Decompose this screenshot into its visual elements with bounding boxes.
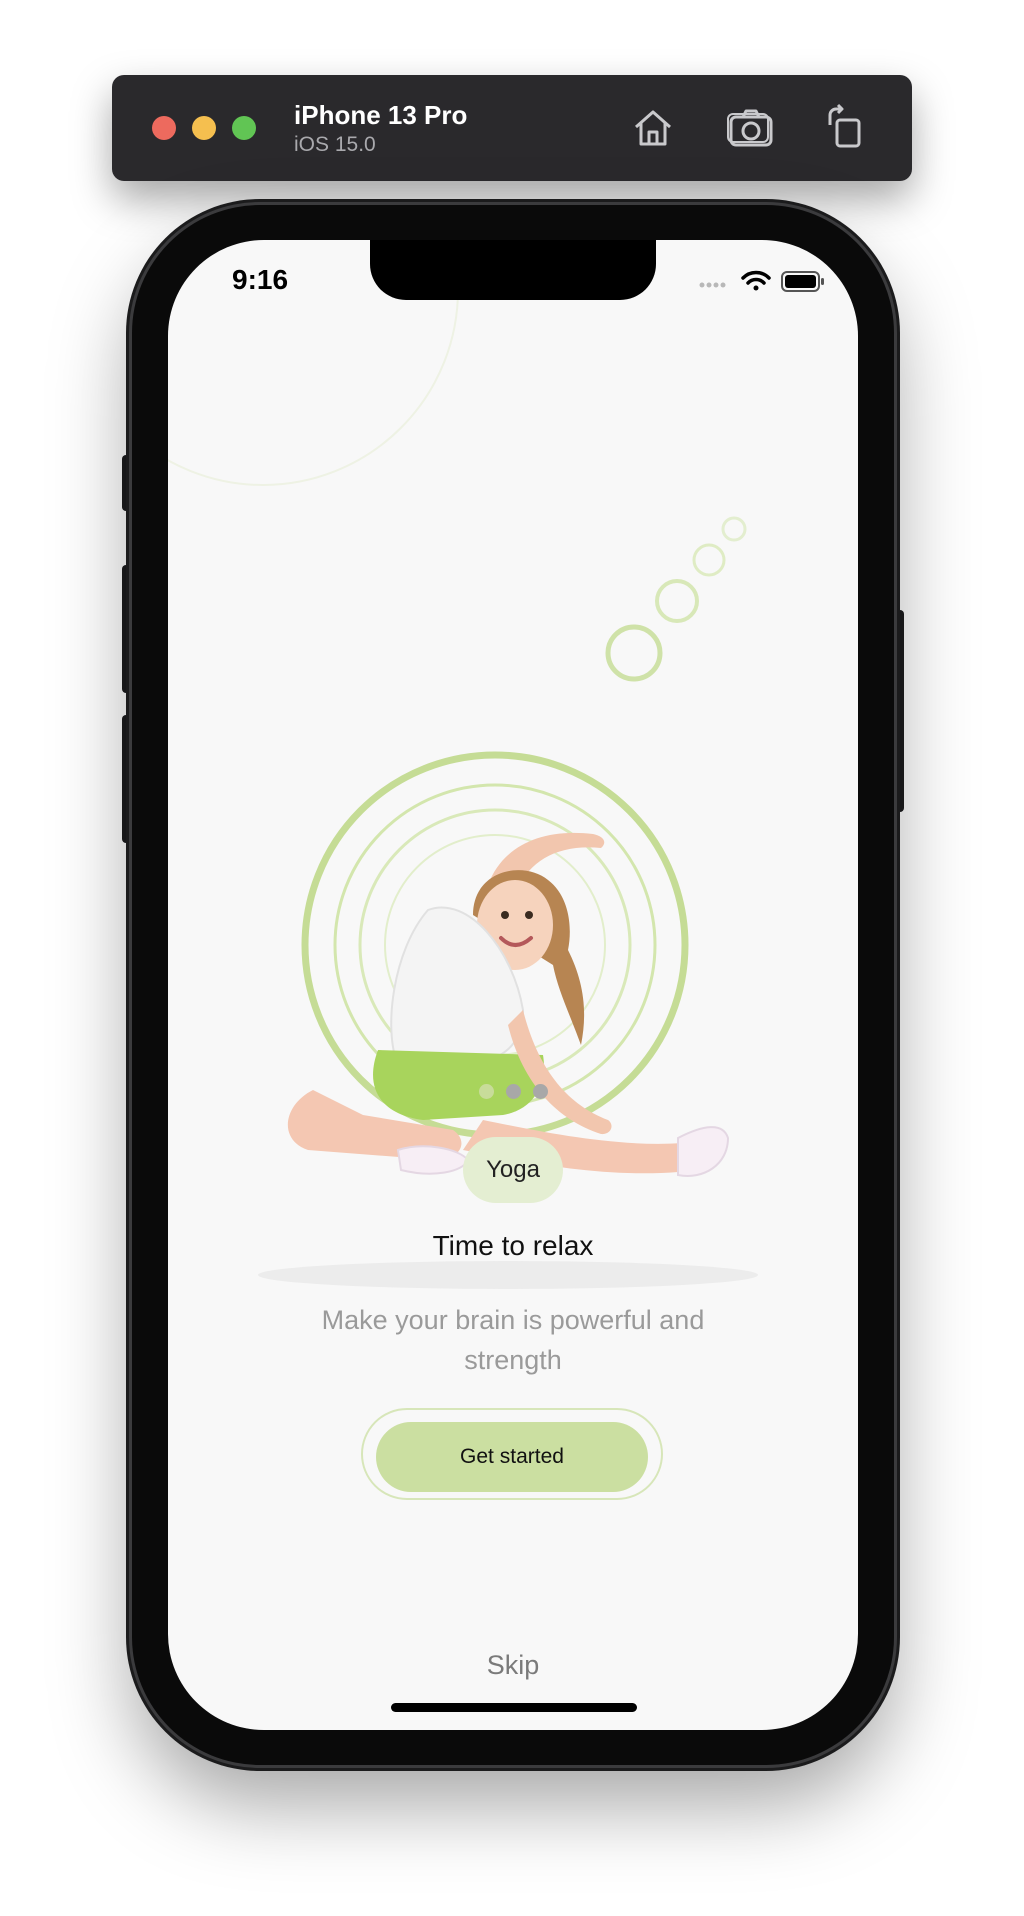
status-time: 9:16 <box>232 264 289 295</box>
silent-switch <box>122 455 132 511</box>
screenshot-icon[interactable] <box>726 103 776 153</box>
status-icons <box>698 268 838 294</box>
subtitle: Make your brain is powerful and strength <box>321 1305 705 1375</box>
device-name: iPhone 13 Pro <box>294 100 468 130</box>
signal-icon <box>699 282 726 288</box>
volume-down-button <box>122 715 132 843</box>
volume-up-button <box>122 565 132 693</box>
get-started-button[interactable]: Get started <box>376 1422 648 1492</box>
power-button <box>894 610 904 812</box>
page-dot-2[interactable] <box>505 1084 521 1099</box>
headline: Time to relax <box>432 1230 594 1261</box>
zoom-window-button[interactable] <box>232 116 256 140</box>
minimize-window-button[interactable] <box>192 116 216 140</box>
rotate-icon[interactable] <box>820 103 870 153</box>
wifi-icon <box>741 270 771 291</box>
notch <box>370 240 656 300</box>
os-version: iOS 15.0 <box>294 133 376 156</box>
phone-screen: 9:16 Yoga Time to relax Make your brain … <box>168 240 858 1730</box>
home-icon[interactable] <box>628 103 678 153</box>
category-chip: Yoga <box>463 1137 563 1203</box>
close-window-button[interactable] <box>152 116 176 140</box>
skip-link[interactable]: Skip <box>168 1650 858 1681</box>
page-indicator <box>168 1084 858 1103</box>
page-dot-3[interactable] <box>532 1084 548 1099</box>
page-dot-1[interactable] <box>478 1084 494 1099</box>
yoga-illustration <box>223 710 793 1310</box>
simulator-toolbar: iPhone 13 Pro iOS 15.0 <box>112 75 912 181</box>
battery-icon <box>781 271 824 292</box>
home-indicator[interactable] <box>391 1703 637 1712</box>
